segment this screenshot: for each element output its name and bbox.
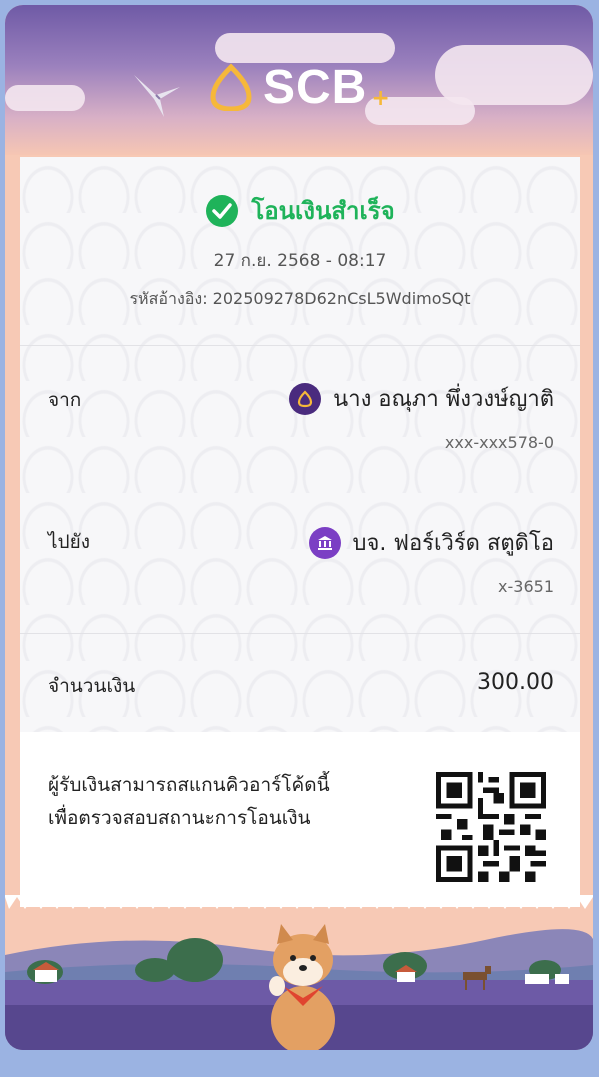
divider [20, 633, 580, 634]
from-account: xxx-xxx578-0 [444, 433, 554, 452]
scb-bank-icon [289, 382, 322, 415]
status-row: โอนเงินสำเร็จ [20, 191, 580, 230]
receipt-card: โอนเงินสำเร็จ 27 ก.ย. 2568 - 08:17 รหัสอ… [20, 157, 580, 907]
from-name: นาง อณุภา พึ่งวงษ์ญาติ [333, 387, 554, 412]
logo-text: SCB [263, 60, 368, 114]
status-text: โอนเงินสำเร็จ [251, 197, 395, 225]
bank-building-icon [308, 526, 341, 559]
to-account: x-3651 [498, 577, 554, 596]
scb-logo: SCB + [207, 57, 390, 117]
check-circle-icon [206, 194, 239, 227]
from-name-row: นาง อณุภา พึ่งวงษ์ญาติ [289, 381, 554, 416]
reference-label: รหัสอ้างอิง: [129, 289, 208, 308]
reference-value[interactable]: 202509278D62nCsL5WdimoSQt [213, 289, 471, 308]
qr-note-line1: ผู้รับเงินสามารถสแกนคิวอาร์โค้ดนี้ [48, 774, 330, 796]
amount-label: จำนวนเงิน [48, 675, 136, 697]
slip-frame: SCB + โอนเงินสำเร็จ 27 ก.ย. 2568 - 08:17… [5, 5, 593, 1050]
logo-plus: + [371, 85, 390, 111]
reference-row[interactable]: รหัสอ้างอิง: 202509278D62nCsL5WdimoSQt [20, 287, 580, 312]
qr-note-line2: เพื่อตรวจสอบสถานะการโอนเงิน [48, 807, 311, 830]
amount-value: 300.00 [477, 670, 554, 695]
bird-icon [134, 75, 180, 117]
qr-note: ผู้รับเงินสามารถสแกนคิวอาร์โค้ดนี้ เพื่อ… [48, 769, 408, 836]
cloud [435, 45, 593, 105]
scb-logo-icon [210, 63, 252, 111]
qr-code[interactable] [436, 772, 546, 882]
to-name-row: บจ. ฟอร์เวิร์ด สตูดิโอ [308, 525, 554, 560]
landscape-illustration [5, 910, 593, 1050]
divider [20, 345, 580, 346]
from-label: จาก [48, 389, 82, 411]
to-label: ไปยัง [48, 531, 91, 553]
header-banner: SCB + [5, 5, 593, 155]
transaction-datetime: 27 ก.ย. 2568 - 08:17 [213, 251, 387, 271]
cloud [5, 85, 85, 111]
to-name: บจ. ฟอร์เวิร์ด สตูดิโอ [352, 531, 554, 556]
